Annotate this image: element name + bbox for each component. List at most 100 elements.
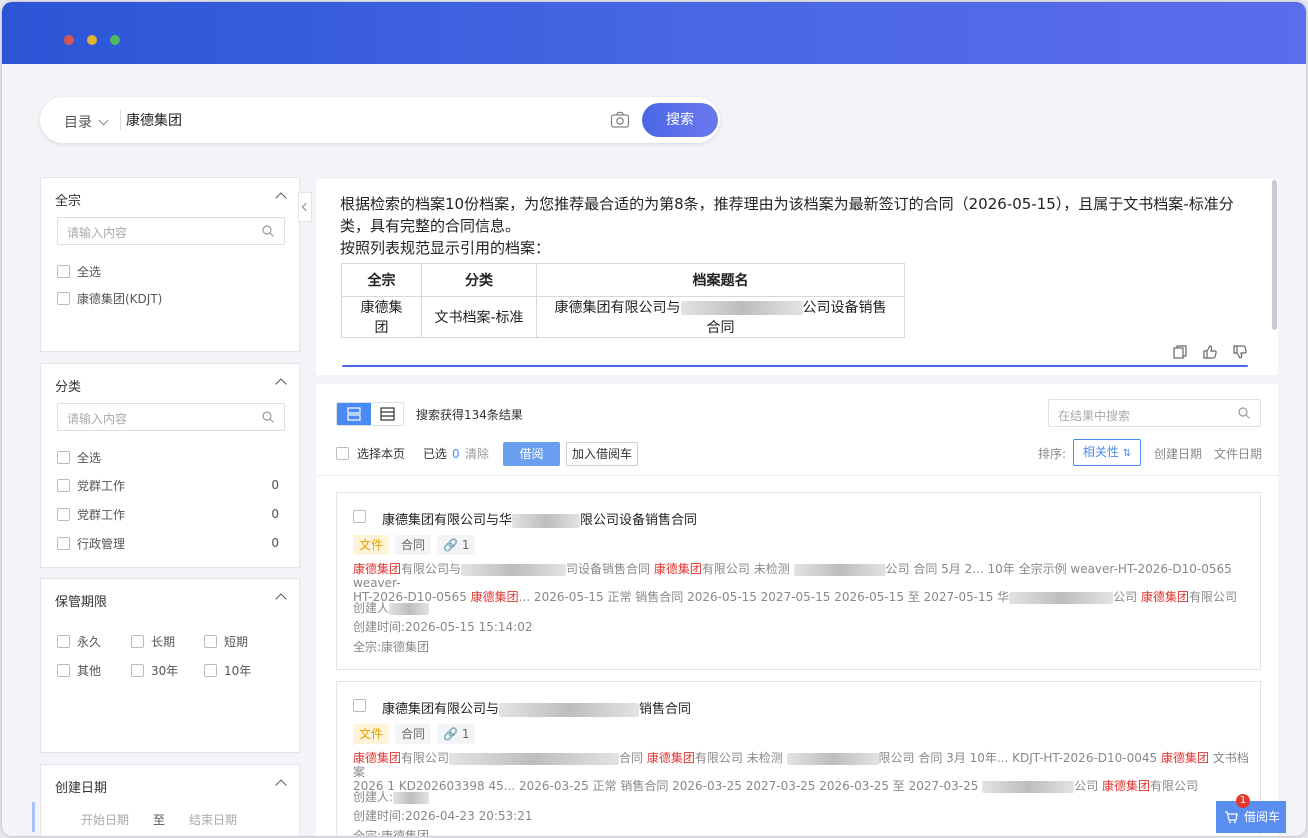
chevron-up-icon[interactable] bbox=[275, 192, 287, 204]
checkbox[interactable] bbox=[204, 635, 217, 648]
title-bar bbox=[2, 2, 1306, 64]
sort-file-date[interactable]: 文件日期 bbox=[1214, 442, 1262, 466]
add-to-cart-button[interactable]: 加入借阅车 bbox=[566, 442, 638, 466]
placeholder: 在结果中搜索 bbox=[1058, 409, 1131, 423]
collapse-sidebar-button[interactable] bbox=[298, 192, 312, 222]
redacted-text bbox=[461, 563, 567, 576]
list-view-icon bbox=[380, 407, 395, 421]
baoguan-option-qita[interactable]: 其他 bbox=[57, 662, 101, 679]
fenlei-option-3[interactable]: 行政管理 bbox=[57, 535, 125, 552]
quanzong-filter-input[interactable]: 请输入内容 bbox=[57, 217, 285, 245]
table-cell: 文书档案-标准 bbox=[421, 296, 537, 338]
search-within-results-input[interactable]: 在结果中搜索 bbox=[1048, 399, 1261, 427]
fenlei-filter-input[interactable]: 请输入内容 bbox=[57, 403, 285, 431]
result-checkbox[interactable] bbox=[353, 510, 366, 523]
checkbox[interactable] bbox=[131, 664, 144, 677]
sort-create-date[interactable]: 创建日期 bbox=[1154, 442, 1202, 466]
ai-answer-line: 按照列表规范显示引用的档案： bbox=[340, 239, 551, 257]
checkbox[interactable] bbox=[57, 508, 70, 521]
camera-icon[interactable] bbox=[610, 111, 630, 129]
table-cell: 康德集团 bbox=[341, 296, 422, 338]
search-icon bbox=[262, 411, 274, 423]
baoguan-option-changqi[interactable]: 长期 bbox=[131, 633, 175, 650]
result-snippet: 康德集团有限公司与 司设备销售合同 康德集团有限公司 未检测 公司 合同 5月 2… bbox=[353, 562, 1237, 604]
tag-link-count[interactable]: 🔗 1 bbox=[437, 535, 476, 555]
cart-count-badge: 1 bbox=[1236, 794, 1250, 808]
results-panel: 搜索获得134条结果 在结果中搜索 选择本页 已选 0 清除 借阅 加入借阅车 … bbox=[316, 384, 1278, 836]
option-count: 0 bbox=[271, 478, 279, 492]
borrow-cart-button[interactable]: 借阅车 bbox=[1216, 801, 1286, 833]
option-count: 0 bbox=[271, 507, 279, 521]
close-window-button[interactable] bbox=[64, 35, 74, 45]
select-page-checkbox[interactable]: 选择本页 bbox=[336, 442, 405, 466]
fenlei-option-all[interactable]: 全选 bbox=[57, 449, 101, 466]
search-scope-label: 目录 bbox=[64, 115, 92, 131]
list-view-button[interactable] bbox=[371, 403, 403, 425]
fenlei-option-2[interactable]: 党群工作 bbox=[57, 506, 125, 523]
sort-order-icon: ⇅ bbox=[1122, 448, 1132, 459]
results-toolbar: 选择本页 已选 0 清除 借阅 加入借阅车 排序: 相关性 ⇅ 创建日期 文件日… bbox=[336, 439, 1266, 468]
ai-answer-actions bbox=[1162, 344, 1248, 363]
search-scope-dropdown[interactable]: 目录 bbox=[64, 112, 109, 132]
minimize-window-button[interactable] bbox=[87, 35, 97, 45]
checkbox[interactable] bbox=[57, 664, 70, 677]
sort-relevance-button[interactable]: 相关性 ⇅ bbox=[1073, 439, 1141, 466]
table-header: 全宗 bbox=[341, 263, 422, 297]
borrow-button[interactable]: 借阅 bbox=[503, 442, 560, 466]
checkbox[interactable] bbox=[204, 664, 217, 677]
search-button[interactable]: 搜索 bbox=[642, 103, 718, 137]
scroll-indicator bbox=[32, 802, 35, 832]
checkbox[interactable] bbox=[57, 479, 70, 492]
baoguan-option-yongjiu[interactable]: 永久 bbox=[57, 633, 101, 650]
result-card[interactable]: 康德集团有限公司与华 限公司设备销售合同 文件 合同 🔗 1 康德集团有限公司与 司设备… bbox=[336, 492, 1261, 670]
result-title[interactable]: 康德集团有限公司与华 限公司设备销售合同 bbox=[382, 509, 697, 528]
ai-answer-text: 根据检索的档案10份档案，为您推荐最合适的为第8条，推荐理由为该档案为最新签订的… bbox=[340, 193, 1250, 259]
link-icon: 🔗 bbox=[443, 727, 458, 741]
result-title[interactable]: 康德集团有限公司与 销售合同 bbox=[382, 698, 691, 717]
result-created-time: 创建时间:2026-05-15 15:14:02 bbox=[353, 620, 533, 634]
table-row[interactable]: 康德集团 文书档案-标准 康德集团有限公司与 公司设备销售合同 bbox=[341, 296, 905, 338]
panel-title: 保管期限 bbox=[55, 595, 108, 610]
quanzong-option-all[interactable]: 全选 bbox=[57, 263, 101, 280]
baoguan-option-duanqi[interactable]: 短期 bbox=[204, 633, 248, 650]
baoguan-option-30[interactable]: 30年 bbox=[131, 662, 178, 679]
checkbox[interactable] bbox=[57, 292, 70, 305]
checkbox[interactable] bbox=[57, 635, 70, 648]
ai-panel-scrollbar[interactable] bbox=[1272, 180, 1277, 330]
checkbox[interactable] bbox=[57, 265, 70, 278]
baoguan-option-10[interactable]: 10年 bbox=[204, 662, 251, 679]
panel-title: 分类 bbox=[55, 380, 82, 395]
result-created-time: 创建时间:2026-04-23 20:53:21 bbox=[353, 809, 533, 823]
chevron-up-icon[interactable] bbox=[275, 593, 287, 605]
checkbox[interactable] bbox=[131, 635, 144, 648]
ai-answer-line: 根据检索的档案10份档案，为您推荐最合适的为第8条，推荐理由为该档案为最新签订的… bbox=[340, 195, 1234, 235]
result-checkbox[interactable] bbox=[353, 699, 366, 712]
tag-link-count[interactable]: 🔗 1 bbox=[437, 724, 476, 744]
result-card[interactable]: 康德集团有限公司与 销售合同 文件 合同 🔗 1 康德集团有限公司 合同 康德集团有限公… bbox=[336, 681, 1261, 836]
start-date-input[interactable]: 开始日期 bbox=[81, 811, 129, 828]
search-input[interactable] bbox=[126, 110, 596, 130]
link-icon: 🔗 bbox=[443, 538, 458, 552]
chevron-up-icon[interactable] bbox=[275, 378, 287, 390]
thumbs-down-icon[interactable] bbox=[1232, 344, 1248, 360]
tag-type: 合同 bbox=[395, 535, 432, 555]
search-bar: 目录 搜索 bbox=[40, 97, 720, 143]
checkbox[interactable] bbox=[57, 537, 70, 550]
filter-panel-quanzong: 全宗 请输入内容 全选 康德集团(KDJT) bbox=[40, 177, 300, 352]
panel-title: 创建日期 bbox=[55, 781, 108, 796]
card-view-button[interactable] bbox=[337, 403, 371, 425]
chevron-left-icon bbox=[301, 202, 311, 212]
chevron-up-icon[interactable] bbox=[275, 779, 287, 791]
checkbox[interactable] bbox=[57, 451, 70, 464]
quanzong-option-kdjt[interactable]: 康德集团(KDJT) bbox=[57, 290, 162, 307]
thumbs-up-icon[interactable] bbox=[1202, 344, 1218, 360]
end-date-input[interactable]: 结束日期 bbox=[189, 811, 237, 828]
fenlei-option-1[interactable]: 党群工作 bbox=[57, 477, 125, 494]
result-tags: 文件 合同 🔗 1 bbox=[353, 724, 481, 744]
clear-selection-link[interactable]: 清除 bbox=[465, 442, 489, 466]
maximize-window-button[interactable] bbox=[110, 35, 120, 45]
filter-panel-baoguan: 保管期限 永久 长期 短期 其他 30年 10年 bbox=[40, 578, 300, 753]
tag-file: 文件 bbox=[353, 724, 390, 744]
copy-icon[interactable] bbox=[1172, 344, 1188, 360]
checkbox[interactable] bbox=[336, 447, 349, 460]
